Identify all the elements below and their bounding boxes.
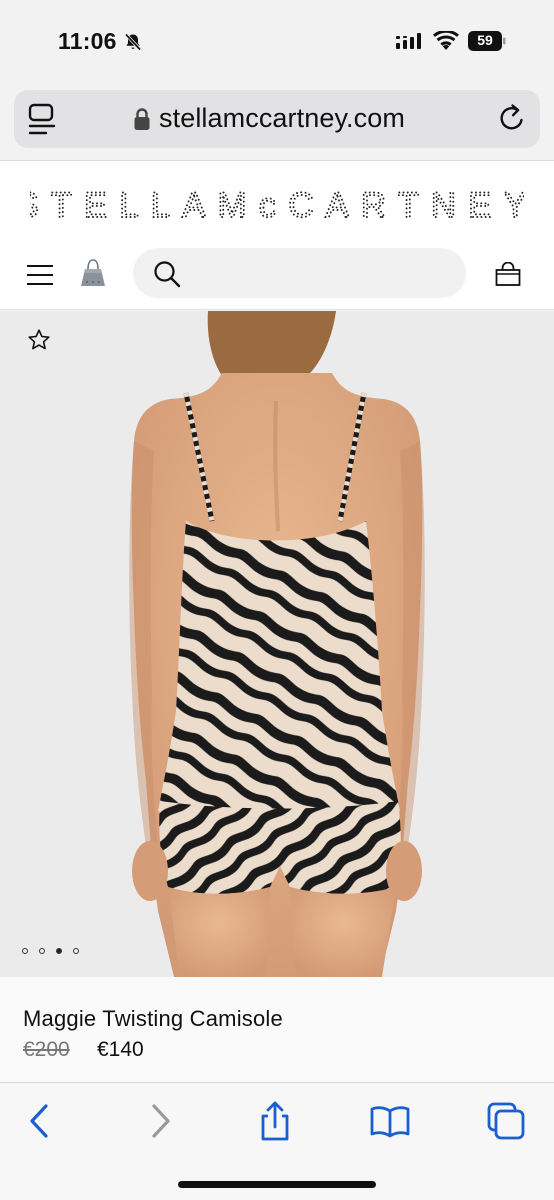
carousel-dot[interactable] [73,948,79,954]
address-bar[interactable]: stellamccartney.com [14,90,540,148]
browser-toolbar [0,1082,554,1200]
search-input[interactable] [195,260,445,286]
star-icon[interactable] [27,328,51,352]
carousel-dot[interactable] [22,948,28,954]
bell-muted-icon [124,33,142,51]
url-text[interactable]: stellamccartney.com [159,103,405,134]
search-bar[interactable] [133,248,466,298]
carousel-dot[interactable] [39,948,45,954]
brand-name: STELLAMcCARTNEY [30,188,524,224]
tabs-icon[interactable] [486,1101,526,1141]
brand-logo-wordmark: STELLAMcCARTNEY [14,185,528,226]
wifi-icon [433,31,459,50]
product-image-carousel[interactable] [0,311,554,977]
handbag-icon[interactable] [79,257,107,289]
brand-logo[interactable]: STELLAMcCARTNEY [14,185,528,226]
product-name[interactable]: Maggie Twisting Camisole [23,1006,283,1032]
product-photo [0,311,554,977]
battery-level: 59 [477,32,493,48]
hamburger-menu-icon[interactable] [26,264,54,286]
bookmarks-icon[interactable] [370,1101,410,1141]
share-icon[interactable] [255,1101,295,1141]
lock-icon [134,108,150,130]
carousel-dots [22,948,79,958]
forward-icon[interactable] [140,1101,180,1141]
status-bar: 11:06 59 [0,0,554,84]
status-time: 11:06 [58,28,117,54]
page-menu-icon[interactable] [27,103,57,135]
original-price: €200 [23,1038,70,1061]
cellular-signal-icon [396,33,421,49]
shopping-bag-icon[interactable] [495,262,521,286]
battery-indicator: 59 [468,31,506,51]
sale-price: €140 [97,1038,144,1061]
reload-icon[interactable] [497,102,527,134]
carousel-dot[interactable] [56,948,62,954]
search-icon [154,261,181,288]
back-icon[interactable] [20,1101,60,1141]
product-info: Maggie Twisting Camisole €200 €140 [0,977,554,1082]
site-header: STELLAMcCARTNEY [0,160,554,310]
home-indicator [178,1181,376,1188]
